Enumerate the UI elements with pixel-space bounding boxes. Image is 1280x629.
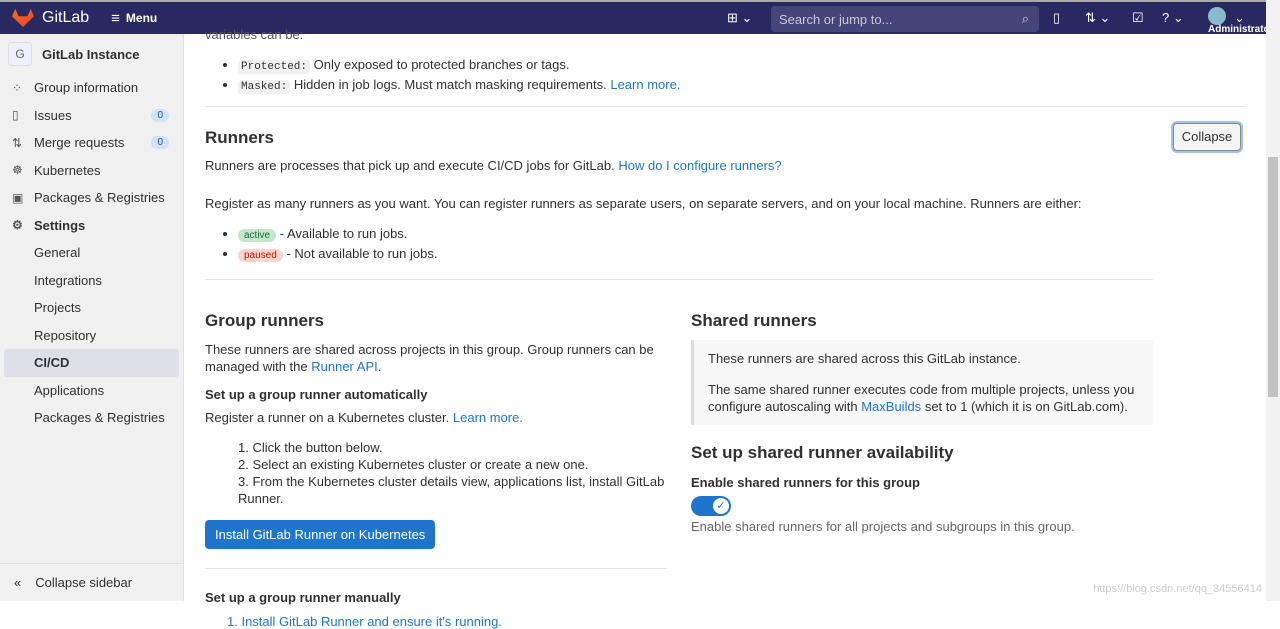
sidebar-sub-repository[interactable]: Repository bbox=[0, 322, 183, 350]
variables-list: Protected: Only exposed to protected bra… bbox=[238, 56, 680, 96]
runners-title: Runners bbox=[205, 128, 274, 147]
package-icon: ▣ bbox=[12, 190, 24, 205]
active-item: active - Available to run jobs. bbox=[238, 225, 437, 245]
merge-requests-icon[interactable]: ⇅ ⌄ bbox=[1085, 10, 1110, 26]
auto-setup-title: Set up a group runner automatically bbox=[205, 387, 428, 402]
shared-info-box: These runners are shared across this Git… bbox=[691, 340, 1153, 425]
sidebar-item-packages[interactable]: ▣ Packages & Registries bbox=[0, 184, 183, 212]
sidebar-item-group-information[interactable]: ⁘ Group information bbox=[0, 74, 183, 102]
new-dropdown-icon[interactable]: ⊞ ⌄ bbox=[727, 10, 752, 26]
user-name: Administrator bbox=[1208, 24, 1274, 35]
sidebar: G GitLab Instance ⁘ Group information ▯ Iss… bbox=[0, 34, 184, 601]
menu-button[interactable]: ≡ Menu bbox=[111, 10, 157, 27]
help-icon[interactable]: ? ⌄ bbox=[1162, 10, 1184, 26]
protected-item: Protected: Only exposed to protected bra… bbox=[238, 56, 680, 76]
gitlab-logo[interactable]: GitLab bbox=[12, 9, 89, 27]
sidebar-sub-integrations[interactable]: Integrations bbox=[0, 267, 183, 295]
sidebar-item-settings[interactable]: ⚙ Settings bbox=[0, 212, 183, 240]
enable-shared-runners-toggle[interactable]: ✓ bbox=[691, 496, 731, 516]
kubernetes-icon: ☸ bbox=[12, 163, 23, 178]
steps-list: 1. Click the button below. 2. Select an … bbox=[238, 440, 665, 506]
install-runner-button[interactable]: Install GitLab Runner on Kubernetes bbox=[205, 520, 436, 549]
manual-setup-title: Set up a group runner manually bbox=[205, 590, 401, 605]
watermark: https://blog.csdn.net/qq_34556414 bbox=[1093, 583, 1262, 595]
divider bbox=[205, 279, 1153, 280]
runner-api-link[interactable]: Runner API bbox=[311, 359, 378, 374]
masked-item: Masked: Hidden in job logs. Must match m… bbox=[238, 76, 680, 96]
issues-icon: ▯ bbox=[12, 108, 19, 123]
maxbuilds-link[interactable]: MaxBuilds bbox=[861, 399, 921, 414]
double-chevron-left-icon: « bbox=[14, 575, 22, 590]
collapse-button[interactable]: Collapse bbox=[1173, 123, 1241, 151]
group-runners-title: Group runners bbox=[205, 311, 325, 330]
gear-icon: ⚙ bbox=[12, 218, 23, 233]
issues-icon[interactable]: ▯ bbox=[1053, 10, 1060, 26]
paused-badge: paused bbox=[238, 249, 283, 262]
how-configure-link[interactable]: How do I configure runners? bbox=[618, 158, 781, 173]
scrollbar-thumb[interactable] bbox=[1268, 157, 1278, 397]
enable-help: Enable shared runners for all projects a… bbox=[691, 519, 1075, 534]
sidebar-sub-projects[interactable]: Projects bbox=[0, 294, 183, 322]
sidebar-sub-general[interactable]: General bbox=[0, 239, 183, 267]
search-icon: ⌕ bbox=[1021, 11, 1029, 26]
tanuki-icon bbox=[12, 9, 34, 27]
sidebar-sub-packages[interactable]: Packages & Registries bbox=[0, 404, 183, 432]
hamburger-icon: ≡ bbox=[111, 9, 120, 27]
divider bbox=[205, 106, 1245, 107]
availability-title: Set up shared runner availability bbox=[691, 443, 954, 462]
variables-intro: variables can be: bbox=[205, 27, 304, 42]
shared-runners-title: Shared runners bbox=[691, 311, 817, 330]
avatar[interactable] bbox=[1208, 7, 1226, 25]
sidebar-sub-cicd[interactable]: CI/CD bbox=[4, 349, 179, 377]
runners-desc: Runners are processes that pick up and e… bbox=[205, 158, 615, 173]
active-badge: active bbox=[238, 229, 277, 242]
sidebar-item-kubernetes[interactable]: ☸ Kubernetes bbox=[0, 157, 183, 185]
top-navbar: GitLab ≡ Menu ⊞ ⌄ Search or jump to... ⌕ ▯… bbox=[0, 0, 1274, 35]
sidebar-item-merge-requests[interactable]: ⇅ Merge requests 0 bbox=[0, 129, 183, 157]
shared-runners-section: Shared runners These runners are shared … bbox=[691, 311, 1153, 534]
learn-more-link[interactable]: Learn more. bbox=[453, 410, 523, 425]
enable-label: Enable shared runners for this group bbox=[691, 475, 920, 490]
group-icon: ⁘ bbox=[12, 80, 23, 95]
install-runner-step[interactable]: 1. Install GitLab Runner and ensure it's… bbox=[227, 614, 667, 629]
learn-more-link[interactable]: Learn more. bbox=[610, 77, 680, 92]
check-icon: ✓ bbox=[713, 498, 729, 514]
divider bbox=[205, 568, 667, 569]
merge-request-icon: ⇅ bbox=[12, 135, 23, 150]
todos-icon[interactable]: ☑ bbox=[1132, 10, 1144, 26]
sidebar-sub-applications[interactable]: Applications bbox=[0, 377, 183, 405]
search-input[interactable]: Search or jump to... ⌕ bbox=[771, 6, 1039, 32]
group-context[interactable]: G GitLab Instance bbox=[0, 34, 183, 74]
collapse-sidebar-button[interactable]: «Collapse sidebar bbox=[0, 563, 184, 601]
scrollbar[interactable] bbox=[1266, 0, 1280, 601]
runner-status-list: active - Available to run jobs. paused -… bbox=[238, 225, 437, 265]
register-text: Register as many runners as you want. Yo… bbox=[205, 196, 1082, 211]
group-runners-section: Group runners These runners are shared a… bbox=[205, 311, 667, 629]
paused-item: paused - Not available to run jobs. bbox=[238, 245, 437, 265]
sidebar-item-issues[interactable]: ▯ Issues 0 bbox=[0, 102, 183, 130]
